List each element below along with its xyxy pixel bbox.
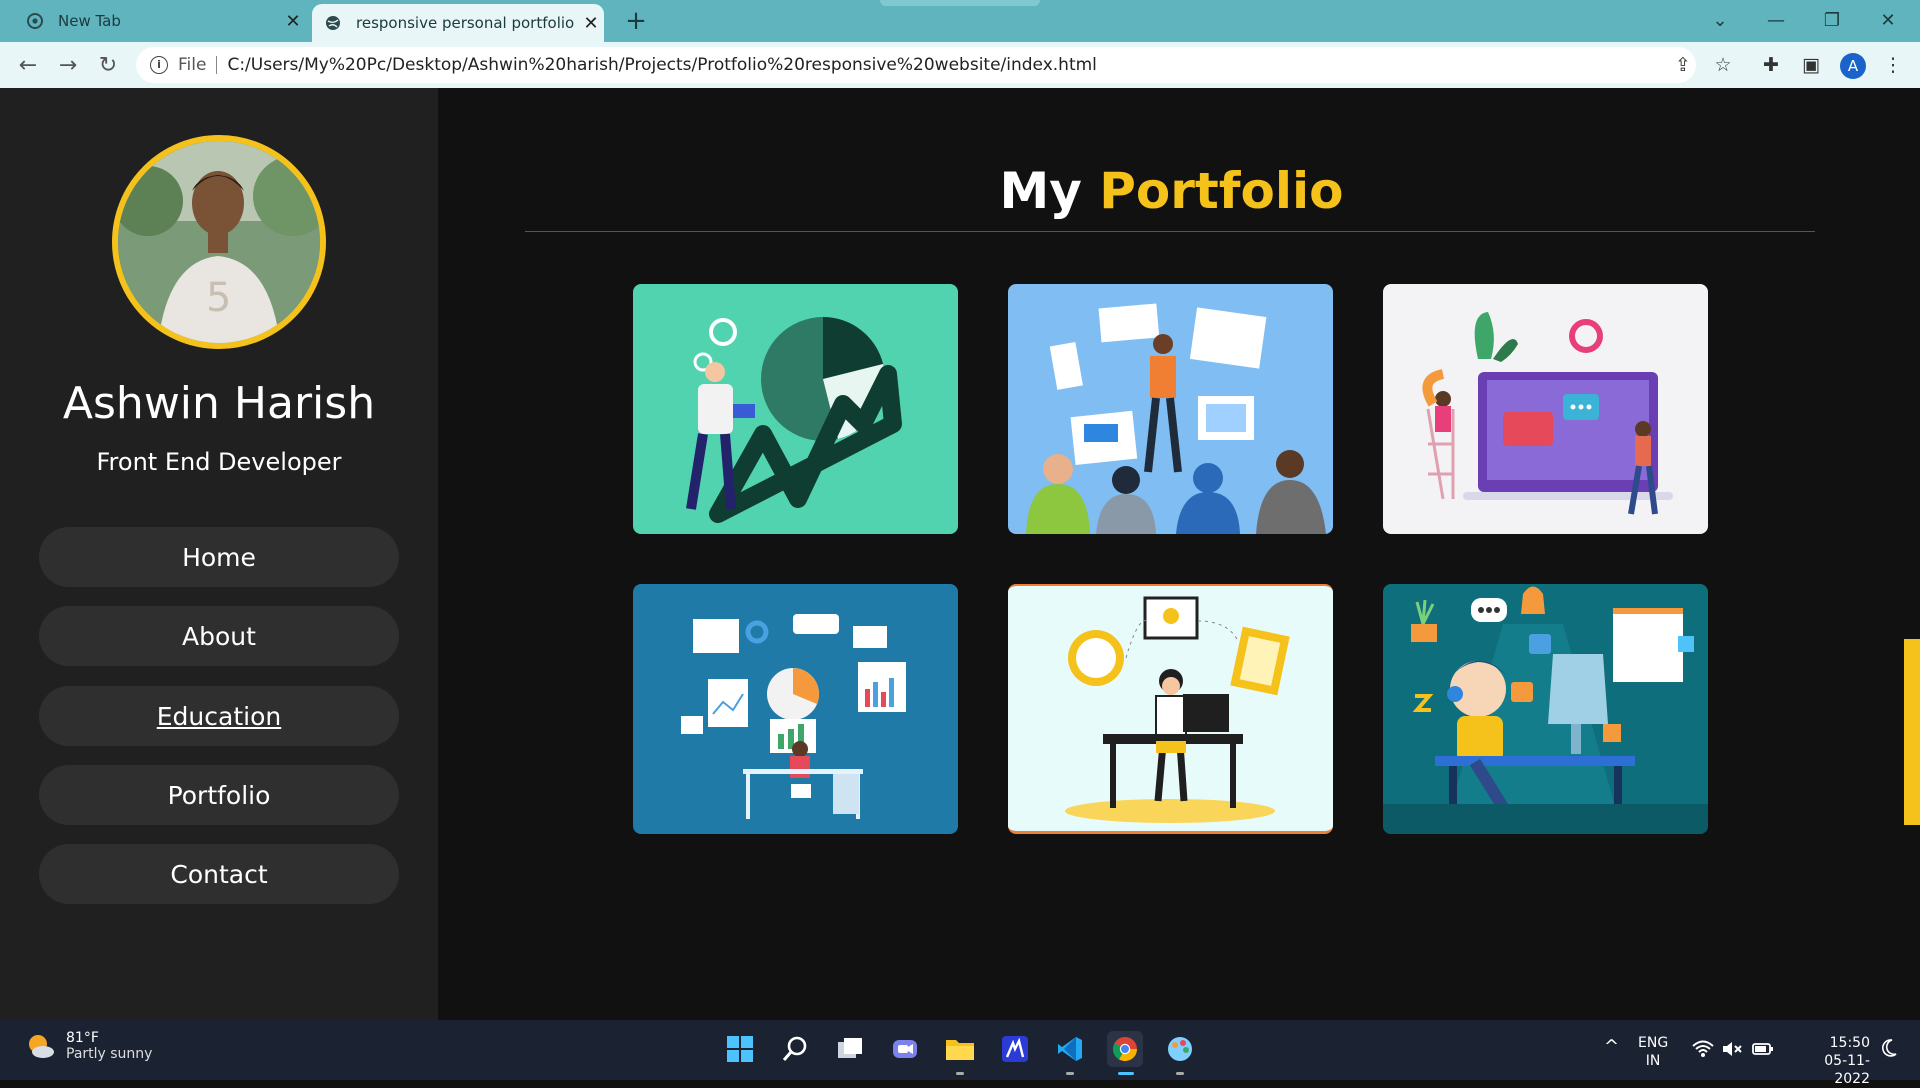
tab-title: New Tab xyxy=(58,12,121,30)
search-icon[interactable] xyxy=(777,1031,813,1067)
title-accent: Portfolio xyxy=(1099,162,1344,220)
restore-button[interactable]: ❐ xyxy=(1804,0,1860,40)
profile-photo: 5 xyxy=(112,135,326,349)
chrome-taskbar-icon[interactable] xyxy=(1107,1031,1143,1067)
nav-portfolio-button[interactable]: Portfolio xyxy=(39,765,399,825)
side-panel-icon[interactable]: ▣ xyxy=(1796,51,1826,79)
tab-portfolio[interactable]: responsive personal portfolio website ✕ xyxy=(312,4,604,42)
region-code: IN xyxy=(1645,1053,1661,1069)
team-presentation-illustration xyxy=(1008,284,1333,534)
running-indicator xyxy=(1066,1072,1074,1075)
extensions-icon[interactable]: ✚ xyxy=(1756,51,1786,79)
windows-start-icon[interactable] xyxy=(722,1031,758,1067)
minimize-button[interactable]: — xyxy=(1748,0,1804,40)
running-indicator xyxy=(956,1072,964,1075)
weather-widget[interactable]: 81°F Partly sunny xyxy=(24,1030,152,1062)
tab-new-tab[interactable]: New Tab ✕ xyxy=(14,0,306,42)
close-icon[interactable]: ✕ xyxy=(280,11,306,32)
scrollbar-thumb[interactable] xyxy=(1904,639,1920,825)
forward-icon[interactable]: → xyxy=(52,50,84,80)
clock-date: 05-11-2022 xyxy=(1824,1053,1870,1087)
chrome-icon xyxy=(26,12,44,30)
battery-icon[interactable] xyxy=(1752,1040,1774,1063)
page-title: My Portfolio xyxy=(438,162,1905,220)
active-indicator xyxy=(1118,1072,1134,1075)
vscode-icon[interactable] xyxy=(1052,1031,1088,1067)
title-prefix: My xyxy=(999,162,1082,220)
clock-time: 15:50 xyxy=(1829,1035,1870,1051)
globe-icon xyxy=(324,14,342,32)
close-icon[interactable]: ✕ xyxy=(578,13,604,34)
nav-label: Portfolio xyxy=(167,780,271,810)
share-icon[interactable]: ⇪ xyxy=(1668,51,1698,79)
nav-label: About xyxy=(182,621,256,651)
new-tab-button[interactable]: + xyxy=(620,6,652,36)
nav-label: Education xyxy=(156,701,282,731)
browser-tabbar: New Tab ✕ responsive personal portfolio … xyxy=(0,0,1920,42)
paint-app-icon[interactable] xyxy=(1162,1031,1198,1067)
svg-text:5: 5 xyxy=(206,275,231,321)
editor-app-icon[interactable] xyxy=(997,1031,1033,1067)
language-indicator[interactable]: ENG IN xyxy=(1638,1034,1668,1070)
taskbar: 81°F Partly sunny ^ ENG IN 15:50 05-11-2… xyxy=(0,1020,1920,1087)
nav-label: Home xyxy=(182,542,256,572)
menu-kebab-icon[interactable]: ⋮ xyxy=(1878,51,1908,79)
designer-desk-illustration xyxy=(1008,586,1333,831)
partly-sunny-icon xyxy=(29,1035,54,1058)
running-indicator xyxy=(1176,1072,1184,1075)
tab-title: responsive personal portfolio website xyxy=(356,14,578,32)
laptop-chat-illustration xyxy=(1383,284,1708,534)
wifi-icon[interactable] xyxy=(1692,1040,1714,1063)
do-not-disturb-icon[interactable] xyxy=(1880,1038,1898,1063)
weather-condition: Partly sunny xyxy=(66,1046,153,1062)
portfolio-card-2[interactable] xyxy=(1008,284,1333,534)
weather-temp: 81°F xyxy=(66,1030,99,1046)
address-bar[interactable]: i File C:/Users/My%20Pc/Desktop/Ashwin%2… xyxy=(136,47,1696,83)
page-viewport: 5 Ashwin Harish Front End Developer Home… xyxy=(0,88,1920,1020)
profile-name: Ashwin Harish xyxy=(62,378,376,429)
nav-home-button[interactable]: Home xyxy=(39,527,399,587)
growth-chart-illustration xyxy=(633,284,958,534)
profile-avatar[interactable]: A xyxy=(1840,53,1866,79)
window-close-button[interactable]: ✕ xyxy=(1860,0,1916,40)
back-icon[interactable]: ← xyxy=(12,50,44,80)
language-code: ENG xyxy=(1638,1035,1669,1051)
address-url: C:/Users/My%20Pc/Desktop/Ashwin%20harish… xyxy=(227,55,1097,75)
profile-role: Front End Developer xyxy=(96,448,342,476)
volume-muted-icon[interactable] xyxy=(1722,1040,1744,1063)
portfolio-section: My Portfolio xyxy=(438,88,1920,1020)
file-explorer-icon[interactable] xyxy=(942,1031,978,1067)
info-icon[interactable]: i xyxy=(150,56,168,74)
nav-about-button[interactable]: About xyxy=(39,606,399,666)
sidebar: 5 Ashwin Harish Front End Developer Home… xyxy=(0,88,438,1020)
portfolio-card-4[interactable] xyxy=(633,584,958,834)
nav-education-button[interactable]: Education xyxy=(39,686,399,746)
data-dashboard-illustration xyxy=(633,584,958,834)
task-view-icon[interactable] xyxy=(832,1031,868,1067)
portfolio-card-1[interactable] xyxy=(633,284,958,534)
developer-workspace-illustration xyxy=(1383,584,1708,834)
address-scheme: File xyxy=(178,56,218,74)
tab-search-icon[interactable]: ⌄ xyxy=(1692,0,1748,40)
teams-chat-icon[interactable] xyxy=(887,1031,923,1067)
portfolio-card-5[interactable] xyxy=(1008,584,1333,834)
portfolio-card-6[interactable] xyxy=(1383,584,1708,834)
chevron-up-icon[interactable]: ^ xyxy=(1604,1038,1619,1056)
tab-search-strip xyxy=(880,0,1040,6)
nav-contact-button[interactable]: Contact xyxy=(39,844,399,904)
bookmark-star-icon[interactable]: ☆ xyxy=(1708,51,1738,79)
scrollbar-track[interactable] xyxy=(1904,88,1920,1020)
reload-icon[interactable]: ↻ xyxy=(92,50,124,80)
title-divider xyxy=(525,231,1815,232)
browser-toolbar: ← → ↻ i File C:/Users/My%20Pc/Desktop/As… xyxy=(0,42,1920,88)
portfolio-card-3[interactable] xyxy=(1383,284,1708,534)
nav-label: Contact xyxy=(170,859,268,889)
